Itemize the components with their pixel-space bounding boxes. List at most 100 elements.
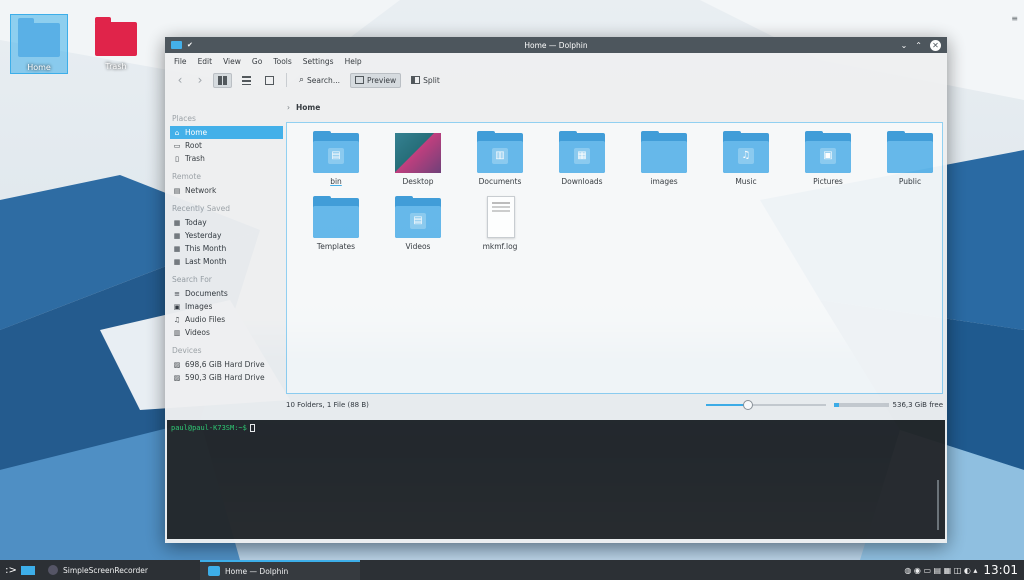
sidebar-item[interactable]: ▭ Root <box>170 139 283 152</box>
search-icon: ⌕ <box>299 75 305 85</box>
breadcrumb-chevron-icon[interactable]: › <box>287 103 290 112</box>
sidebar-item-label: Today <box>185 218 207 227</box>
task-label: Home — Dolphin <box>225 566 289 576</box>
system-tray: ◍ ◉ ▭ ▤ ▦ ◫ ◐ ▴ 13:01 <box>904 563 1024 577</box>
status-summary: 10 Folders, 1 File (88 B) <box>286 401 369 409</box>
tray-icons[interactable]: ◍ ◉ ▭ ▤ ▦ ◫ ◐ ▴ <box>904 566 977 575</box>
details-view-button[interactable] <box>261 74 278 87</box>
home-icon: ⌂ <box>174 128 180 137</box>
folder-icon <box>887 131 933 173</box>
file-item[interactable]: ▦ Downloads <box>541 131 623 186</box>
sidebar-item[interactable]: ⌂ Home <box>170 126 283 139</box>
sidebar-item[interactable]: ▤ Network <box>170 184 283 197</box>
breadcrumb[interactable]: › Home <box>287 103 320 112</box>
file-name: mkmf.log <box>482 242 518 251</box>
calendar-icon: ▦ <box>173 244 181 253</box>
file-item[interactable]: ▤ bin <box>295 131 377 186</box>
desktop-menu-icon[interactable]: ≡ <box>1011 14 1018 23</box>
file-item[interactable]: ▥ Documents <box>459 131 541 186</box>
sidebar-section-title: Search For <box>172 275 212 284</box>
menu-go[interactable]: Go <box>252 57 262 66</box>
screen-recorder-icon <box>48 565 58 575</box>
sidebar-item-label: Root <box>185 141 202 150</box>
file-view[interactable]: ▤ bin Desktop ▥ Documents ▦ Downloads images ♫ Mu… <box>286 122 943 394</box>
sidebar-item[interactable]: ▨ 698,6 GiB Hard Drive <box>170 358 283 371</box>
file-item[interactable]: ▣ Pictures <box>787 131 869 186</box>
file-item[interactable]: Desktop <box>377 131 459 186</box>
desktop-icon-trash[interactable]: Trash <box>87 14 145 74</box>
sidebar-item-label: Videos <box>185 328 210 337</box>
folder-emblem-icon: ▦ <box>574 148 590 164</box>
file-name: images <box>650 177 678 186</box>
menu-settings[interactable]: Settings <box>303 57 334 66</box>
forward-button[interactable]: › <box>193 73 207 87</box>
file-item[interactable]: images <box>623 131 705 186</box>
free-space-indicator: 536,3 GiB free <box>833 401 943 409</box>
menu-edit[interactable]: Edit <box>198 57 213 66</box>
sidebar-item[interactable]: ▦ Yesterday <box>170 229 283 242</box>
terminal-scrollbar[interactable] <box>937 480 939 530</box>
task-simplescreenrecorder[interactable]: SimpleScreenRecorder <box>40 560 200 580</box>
search-label: Search... <box>307 75 340 85</box>
file-item[interactable]: Public <box>869 131 951 186</box>
window-title: Home — Dolphin <box>524 40 588 50</box>
free-space-text: 536,3 GiB free <box>892 401 943 409</box>
desktop-icon-home[interactable]: Home <box>10 14 68 74</box>
file-item[interactable]: mkmf.log <box>459 196 541 251</box>
pager-icon[interactable] <box>20 565 35 575</box>
split-button[interactable]: Split <box>407 74 444 87</box>
sidebar-item[interactable]: ♫ Audio Files <box>170 313 283 326</box>
menu-file[interactable]: File <box>174 57 187 66</box>
compact-view-button[interactable] <box>238 74 255 87</box>
trash-folder-icon <box>95 17 137 56</box>
file-item[interactable]: ▤ Videos <box>377 196 459 251</box>
maximize-button[interactable]: ⌃ <box>915 41 922 50</box>
folder-icon <box>313 196 359 238</box>
icons-view-button[interactable] <box>213 72 232 88</box>
folder-icon: ▣ <box>805 131 851 173</box>
menubar: File Edit View Go Tools Settings Help <box>165 53 947 69</box>
sidebar-item-label: Audio Files <box>185 315 226 324</box>
sidebar-item[interactable]: ≡ Documents <box>170 287 283 300</box>
file-name: Pictures <box>813 177 843 186</box>
documents-icon: ≡ <box>174 289 180 298</box>
sidebar-item[interactable]: ▯ Trash <box>170 152 283 165</box>
folder-icon: ▤ <box>313 131 359 173</box>
desktop-icon-label: Trash <box>105 62 127 71</box>
menu-tools[interactable]: Tools <box>273 57 291 66</box>
terminal-panel[interactable]: paul@paul-K73SM:~$ <box>167 420 945 539</box>
menu-view[interactable]: View <box>223 57 241 66</box>
sidebar-item[interactable]: ▨ 590,3 GiB Hard Drive <box>170 371 283 384</box>
sidebar-item[interactable]: ▦ This Month <box>170 242 283 255</box>
sidebar-item[interactable]: ▦ Today <box>170 216 283 229</box>
close-button[interactable]: ✕ <box>930 39 941 51</box>
file-item[interactable]: Templates <box>295 196 377 251</box>
sidebar-item[interactable]: ▣ Images <box>170 300 283 313</box>
task-dolphin[interactable]: Home — Dolphin <box>200 560 360 580</box>
back-button[interactable]: ‹ <box>173 73 187 87</box>
breadcrumb-current[interactable]: Home <box>296 103 320 112</box>
calendar-icon: ▦ <box>173 231 181 240</box>
clock[interactable]: 13:01 <box>983 563 1018 577</box>
zoom-slider[interactable] <box>705 400 826 410</box>
sidebar-item-label: Trash <box>185 154 205 163</box>
file-name: Desktop <box>402 177 434 186</box>
file-item[interactable]: ♫ Music <box>705 131 787 186</box>
sidebar-section-title: Devices <box>172 346 202 355</box>
home-folder-icon <box>18 18 60 57</box>
folder-emblem-icon: ▥ <box>492 148 508 164</box>
sidebar-item[interactable]: ▦ Last Month <box>170 255 283 268</box>
zoom-slider-handle[interactable] <box>742 400 753 410</box>
preview-button[interactable]: Preview <box>349 72 402 88</box>
menu-help[interactable]: Help <box>345 57 362 66</box>
sidebar-item-label: This Month <box>185 244 227 253</box>
file-name: Videos <box>405 242 431 251</box>
application-launcher[interactable]: :> <box>0 565 40 576</box>
terminal-prompt: paul@paul-K73SM:~$ <box>171 424 247 432</box>
minimize-button[interactable]: ⌄ <box>901 41 908 50</box>
titlebar[interactable]: ✔ Home — Dolphin ⌄ ⌃ ✕ <box>165 37 947 53</box>
sidebar-item[interactable]: ▥ Videos <box>170 326 283 339</box>
search-button[interactable]: ⌕ Search... <box>295 73 344 87</box>
file-name: bin <box>330 177 342 186</box>
file-name: Templates <box>316 242 356 251</box>
